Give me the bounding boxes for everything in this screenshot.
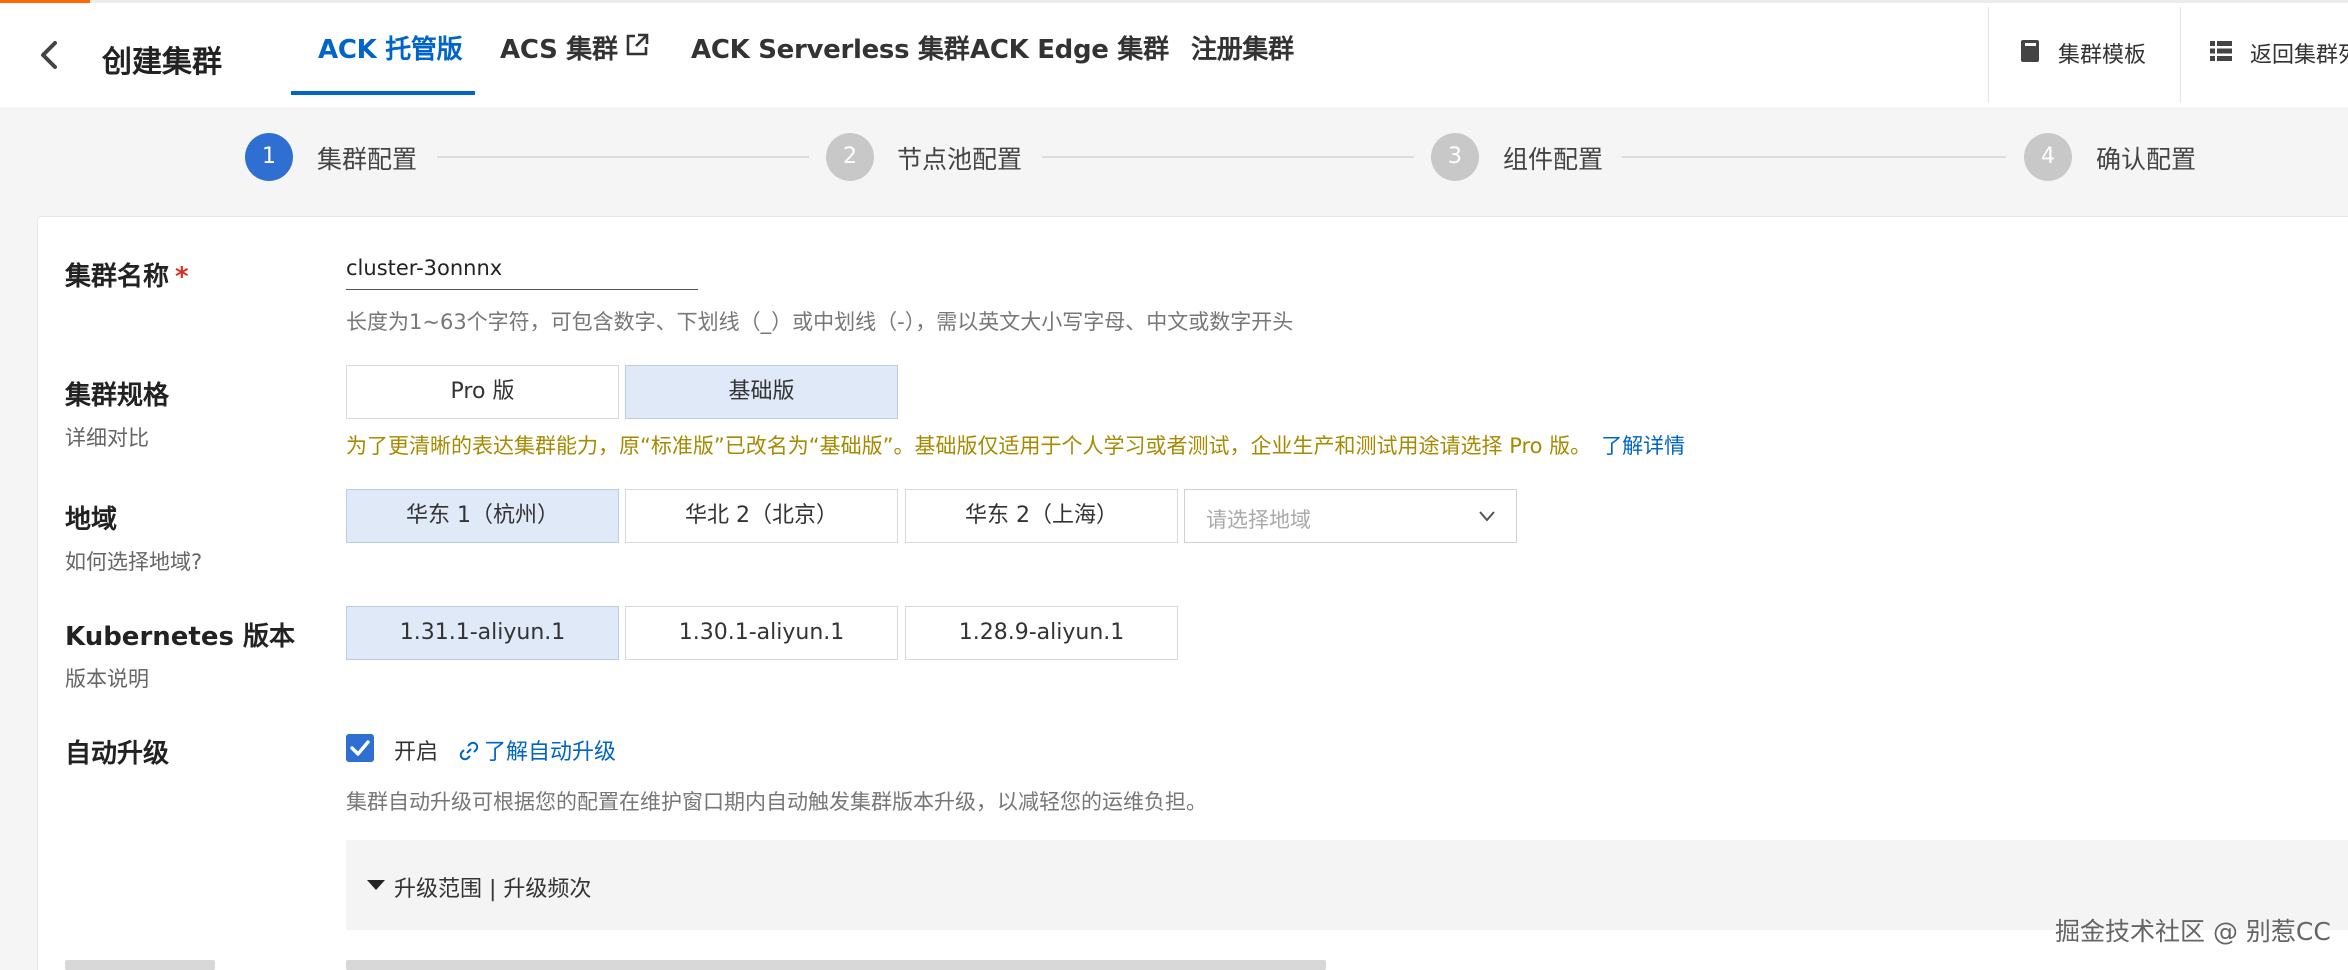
tab-ack-serverless[interactable]: ACK Serverless 集群 [691, 29, 970, 66]
checkmark-icon [350, 740, 370, 756]
k8s-version-label: Kubernetes 版本 [65, 622, 296, 652]
page-title: 创建集群 [102, 45, 222, 80]
cluster-template-button[interactable]: 集群模板 [2020, 37, 2146, 69]
active-tab-indicator [291, 91, 475, 95]
cluster-name-label: 集群名称 * [65, 256, 189, 293]
caret-down-icon [367, 880, 385, 890]
region-option-shanghai[interactable]: 华东 2（上海） [905, 489, 1178, 543]
tab-acs-label: ACS 集群 [500, 35, 618, 65]
watermark: 掘金技术社区 @ 别惹CC [2055, 917, 2331, 946]
book-icon [2020, 39, 2040, 69]
step-2-label: 节点池配置 [897, 145, 1023, 174]
link-icon [459, 741, 479, 761]
auto-upgrade-checkbox-label: 开启 [394, 740, 439, 765]
chevron-down-icon [1478, 508, 1496, 527]
auto-upgrade-hint: 集群自动升级可根据您的配置在维护窗口期内自动触发集群版本升级，以减轻您的运维负担… [346, 790, 1207, 814]
learn-auto-upgrade-link[interactable]: 了解自动升级 [458, 734, 616, 766]
step-2-number: 2 [826, 133, 874, 181]
step-connector [1042, 156, 1414, 158]
step-4-number: 4 [2024, 133, 2072, 181]
region-label: 地域 [65, 505, 118, 535]
step-1-label: 集群配置 [317, 145, 418, 174]
chevron-left-icon [41, 41, 57, 69]
step-1-number: 1 [245, 133, 293, 181]
upgrade-settings-title: 升级范围 | 升级频次 [394, 877, 592, 902]
upgrade-settings-collapse[interactable]: 升级范围 | 升级频次 [346, 840, 2348, 930]
wizard-steps: 1 集群配置 2 节点池配置 3 组件配置 4 确认配置 [0, 107, 2348, 215]
spec-compare-link[interactable]: 详细对比 [65, 422, 149, 452]
cluster-name-input[interactable]: cluster-3onnnx [346, 250, 698, 290]
step-4-label: 确认配置 [2096, 145, 2197, 174]
back-to-list-label: 返回集群列表 [2250, 43, 2348, 68]
spec-notice: 为了更清晰的表达集群能力，原“标准版”已改名为“基础版”。基础版仅适用于个人学习… [346, 430, 1685, 460]
spec-option-pro[interactable]: Pro 版 [346, 365, 619, 419]
auto-upgrade-checkbox[interactable] [346, 734, 374, 762]
version-option-1-31[interactable]: 1.31.1-aliyun.1 [346, 606, 619, 660]
tab-ack-edge[interactable]: ACK Edge 集群 [970, 29, 1169, 66]
cluster-name-label-text: 集群名称 [65, 262, 170, 292]
auto-upgrade-label: 自动升级 [65, 739, 170, 769]
region-select[interactable]: 请选择地域 [1184, 489, 1517, 543]
required-mark: * [175, 262, 189, 292]
cluster-spec-label: 集群规格 [65, 381, 170, 411]
tab-registered-cluster[interactable]: 注册集群 [1191, 29, 1294, 66]
external-link-icon [624, 32, 650, 65]
page-header: 创建集群 ACK 托管版 ACS 集群 ACK Serverless 集群 AC… [0, 3, 2348, 107]
learn-more-link[interactable]: 了解详情 [1601, 434, 1685, 458]
version-option-1-30[interactable]: 1.30.1-aliyun.1 [625, 606, 898, 660]
spec-notice-text: 为了更清晰的表达集群能力，原“标准版”已改名为“基础版”。基础版仅适用于个人学习… [346, 434, 1592, 458]
region-option-hangzhou[interactable]: 华东 1（杭州） [346, 489, 619, 543]
list-icon [2210, 40, 2232, 68]
step-connector [1622, 156, 2006, 158]
cluster-name-hint: 长度为1~63个字符，可包含数字、下划线（_）或中划线（-），需以英文大小写字母… [346, 310, 1294, 334]
header-divider [1988, 7, 1989, 103]
step-connector [437, 156, 809, 158]
region-select-placeholder: 请选择地域 [1206, 508, 1311, 532]
cluster-template-label: 集群模板 [2058, 43, 2147, 68]
step-3-number: 3 [1431, 133, 1479, 181]
tab-ack-managed[interactable]: ACK 托管版 [318, 29, 463, 66]
region-help-link[interactable]: 如何选择地域? [65, 546, 202, 576]
step-3-label: 组件配置 [1503, 145, 1604, 174]
next-row-partial [65, 956, 1365, 970]
region-option-beijing[interactable]: 华北 2（北京） [625, 489, 898, 543]
version-notes-link[interactable]: 版本说明 [65, 663, 149, 693]
version-option-1-28[interactable]: 1.28.9-aliyun.1 [905, 606, 1178, 660]
back-button[interactable] [32, 37, 68, 73]
header-divider [2180, 7, 2181, 103]
back-to-list-button[interactable]: 返回集群列表 [2210, 37, 2348, 69]
tab-acs[interactable]: ACS 集群 [500, 29, 650, 66]
spec-option-basic[interactable]: 基础版 [625, 365, 898, 419]
learn-auto-upgrade-label: 了解自动升级 [484, 740, 617, 765]
